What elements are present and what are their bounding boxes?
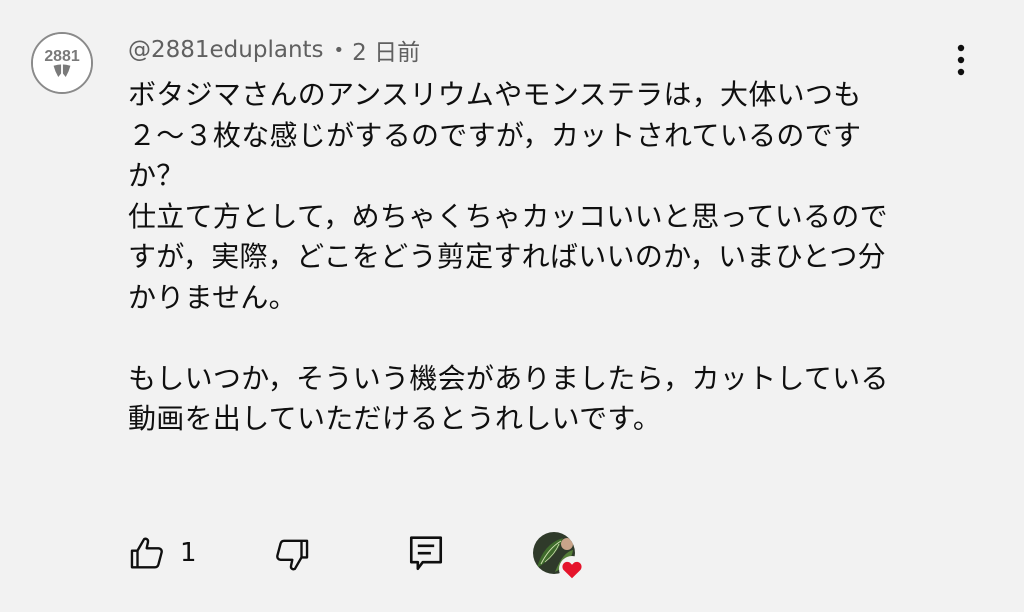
comment-line: もしいつか，そういう機会がありましたら，カットしている <box>128 361 889 395</box>
author-logo: 2881 <box>33 34 91 92</box>
comment-header: @2881eduplants • 2 日前 <box>128 34 420 66</box>
like-count: 1 <box>180 538 197 568</box>
comment-timestamp[interactable]: 2 日前 <box>352 33 420 67</box>
more-vert-icon <box>957 44 965 76</box>
comment-action-bar: 1 <box>0 530 1024 582</box>
comment-line: すが，実際，どこをどう剪定すればいいのか，いまひとつ分 <box>128 240 886 273</box>
thumb-down-icon <box>276 539 309 571</box>
comment-text: ボタジマさんのアンスリウムやモンステラは，大体いつも ２〜３枚な感じがするのですが… <box>128 75 938 440</box>
comment-thread: 2881 @2881eduplants • 2 日前 ボタジマさんのアンスリウム… <box>0 0 1024 612</box>
dislike-button[interactable] <box>273 536 311 574</box>
reply-button[interactable] <box>408 534 444 574</box>
comment-blank-line <box>128 318 938 359</box>
comment-line: ボタジマさんのアンスリウムやモンステラは，大体いつも <box>128 78 862 111</box>
avatar-text: 2881 <box>44 48 80 65</box>
comment-line: かりません。 <box>128 280 297 314</box>
more-options-button[interactable] <box>944 40 978 80</box>
comment-line: 動画を出していただけるとうれしいです。 <box>128 402 662 435</box>
comment-line: ２〜３枚な感じがするのですが，カットされているのです <box>128 118 862 152</box>
comment-reply-icon <box>409 536 443 571</box>
heart-icon <box>559 556 585 582</box>
author-name[interactable]: @2881eduplants <box>128 37 324 63</box>
comment-line: か？ <box>128 159 185 192</box>
comment-line: 仕立て方として，めちゃくちゃカッコいいと思っているので <box>128 199 888 233</box>
meta-separator: • <box>333 39 345 61</box>
author-avatar[interactable]: 2881 <box>31 32 93 94</box>
like-button[interactable]: 1 <box>128 534 197 572</box>
thumb-up-icon <box>130 537 163 569</box>
creator-heart-badge <box>533 532 587 582</box>
